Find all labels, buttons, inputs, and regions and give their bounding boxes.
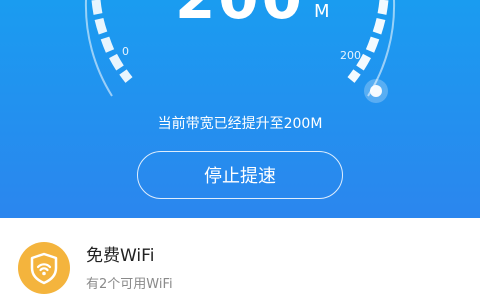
gauge-scale-min: 0 [122,45,129,58]
gauge-right-ticks [347,0,389,83]
stop-boost-button[interactable]: 停止提速 [137,151,343,199]
speed-unit: M [314,1,330,22]
gauge-scale-max: 200 [340,49,361,62]
wifi-section: 免费WiFi 有2个可用WiFi [0,218,480,300]
wifi-title: 免费WiFi [86,246,155,266]
bandwidth-message: 当前带宽已经提升至200M [157,116,323,132]
gauge-left-ticks [91,0,133,83]
speed-value: 200 [160,0,320,30]
stop-boost-button-label: 停止提速 [204,166,276,187]
speed-boost-panel: 200 M 0 200 当前带宽已经提升至200M 停止提速 [0,0,480,218]
wifi-subtitle: 有2个可用WiFi [86,277,173,292]
free-wifi-item[interactable]: 免费WiFi 有2个可用WiFi [0,218,480,300]
shield-wifi-icon [18,242,70,294]
